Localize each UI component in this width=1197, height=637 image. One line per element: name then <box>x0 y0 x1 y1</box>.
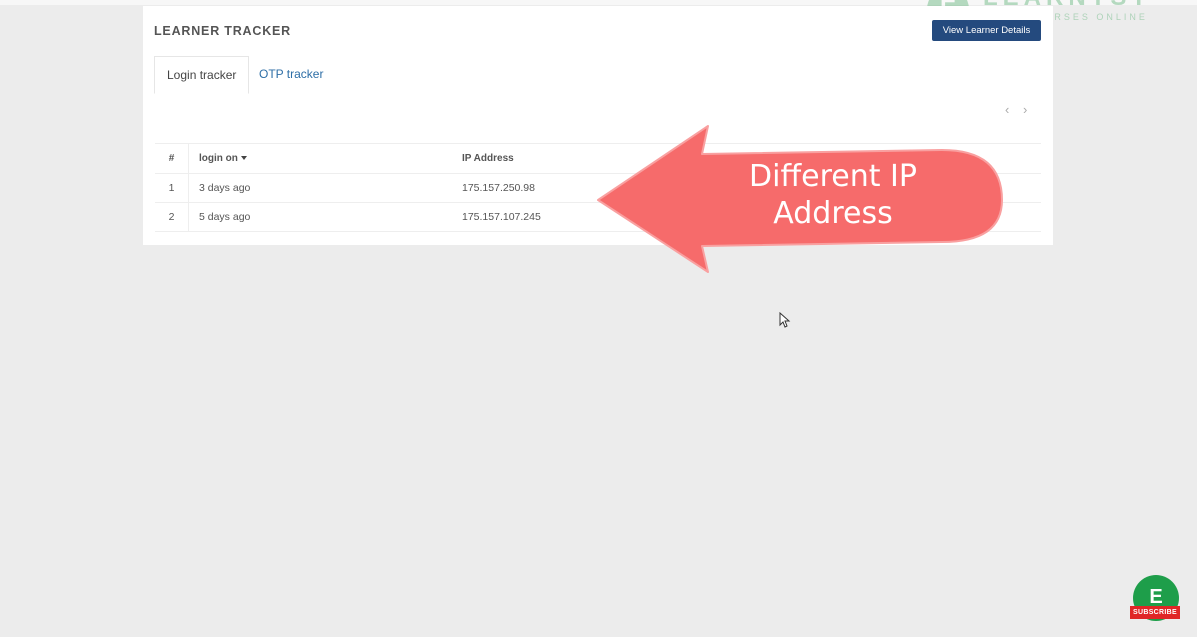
sort-caret-icon[interactable] <box>240 156 247 161</box>
annotation-text: Different IP Address <box>708 158 958 232</box>
annotation-line1: Different IP <box>749 159 917 194</box>
annotation-line2: Address <box>773 196 893 231</box>
row-num: 1 <box>155 173 189 203</box>
tracker-tabs: Login tracker OTP tracker <box>154 56 1042 94</box>
tab-otp-tracker[interactable]: OTP tracker <box>247 56 335 92</box>
subscribe-label: SUBSCRIBE <box>1130 606 1180 619</box>
row-login-on: 5 days ago <box>188 202 462 232</box>
chevron-right-icon[interactable]: › <box>1023 102 1027 117</box>
header-login-on-label: login on <box>199 153 238 164</box>
card-title: LEARNER TRACKER <box>154 24 291 38</box>
header-num: # <box>155 143 189 174</box>
mouse-cursor-icon <box>779 312 791 328</box>
header-login-on[interactable]: login on <box>188 143 462 174</box>
row-login-on: 3 days ago <box>188 173 462 203</box>
chevron-left-icon[interactable]: ‹ <box>1005 102 1009 117</box>
subscribe-badge[interactable]: E SUBSCRIBE <box>1130 575 1182 625</box>
view-learner-details-button[interactable]: View Learner Details <box>932 20 1041 41</box>
tab-login-tracker[interactable]: Login tracker <box>154 56 250 94</box>
row-num: 2 <box>155 202 189 232</box>
page: E LEARNTST TEST COURSES ONLINE LEARNER T… <box>0 0 1197 637</box>
